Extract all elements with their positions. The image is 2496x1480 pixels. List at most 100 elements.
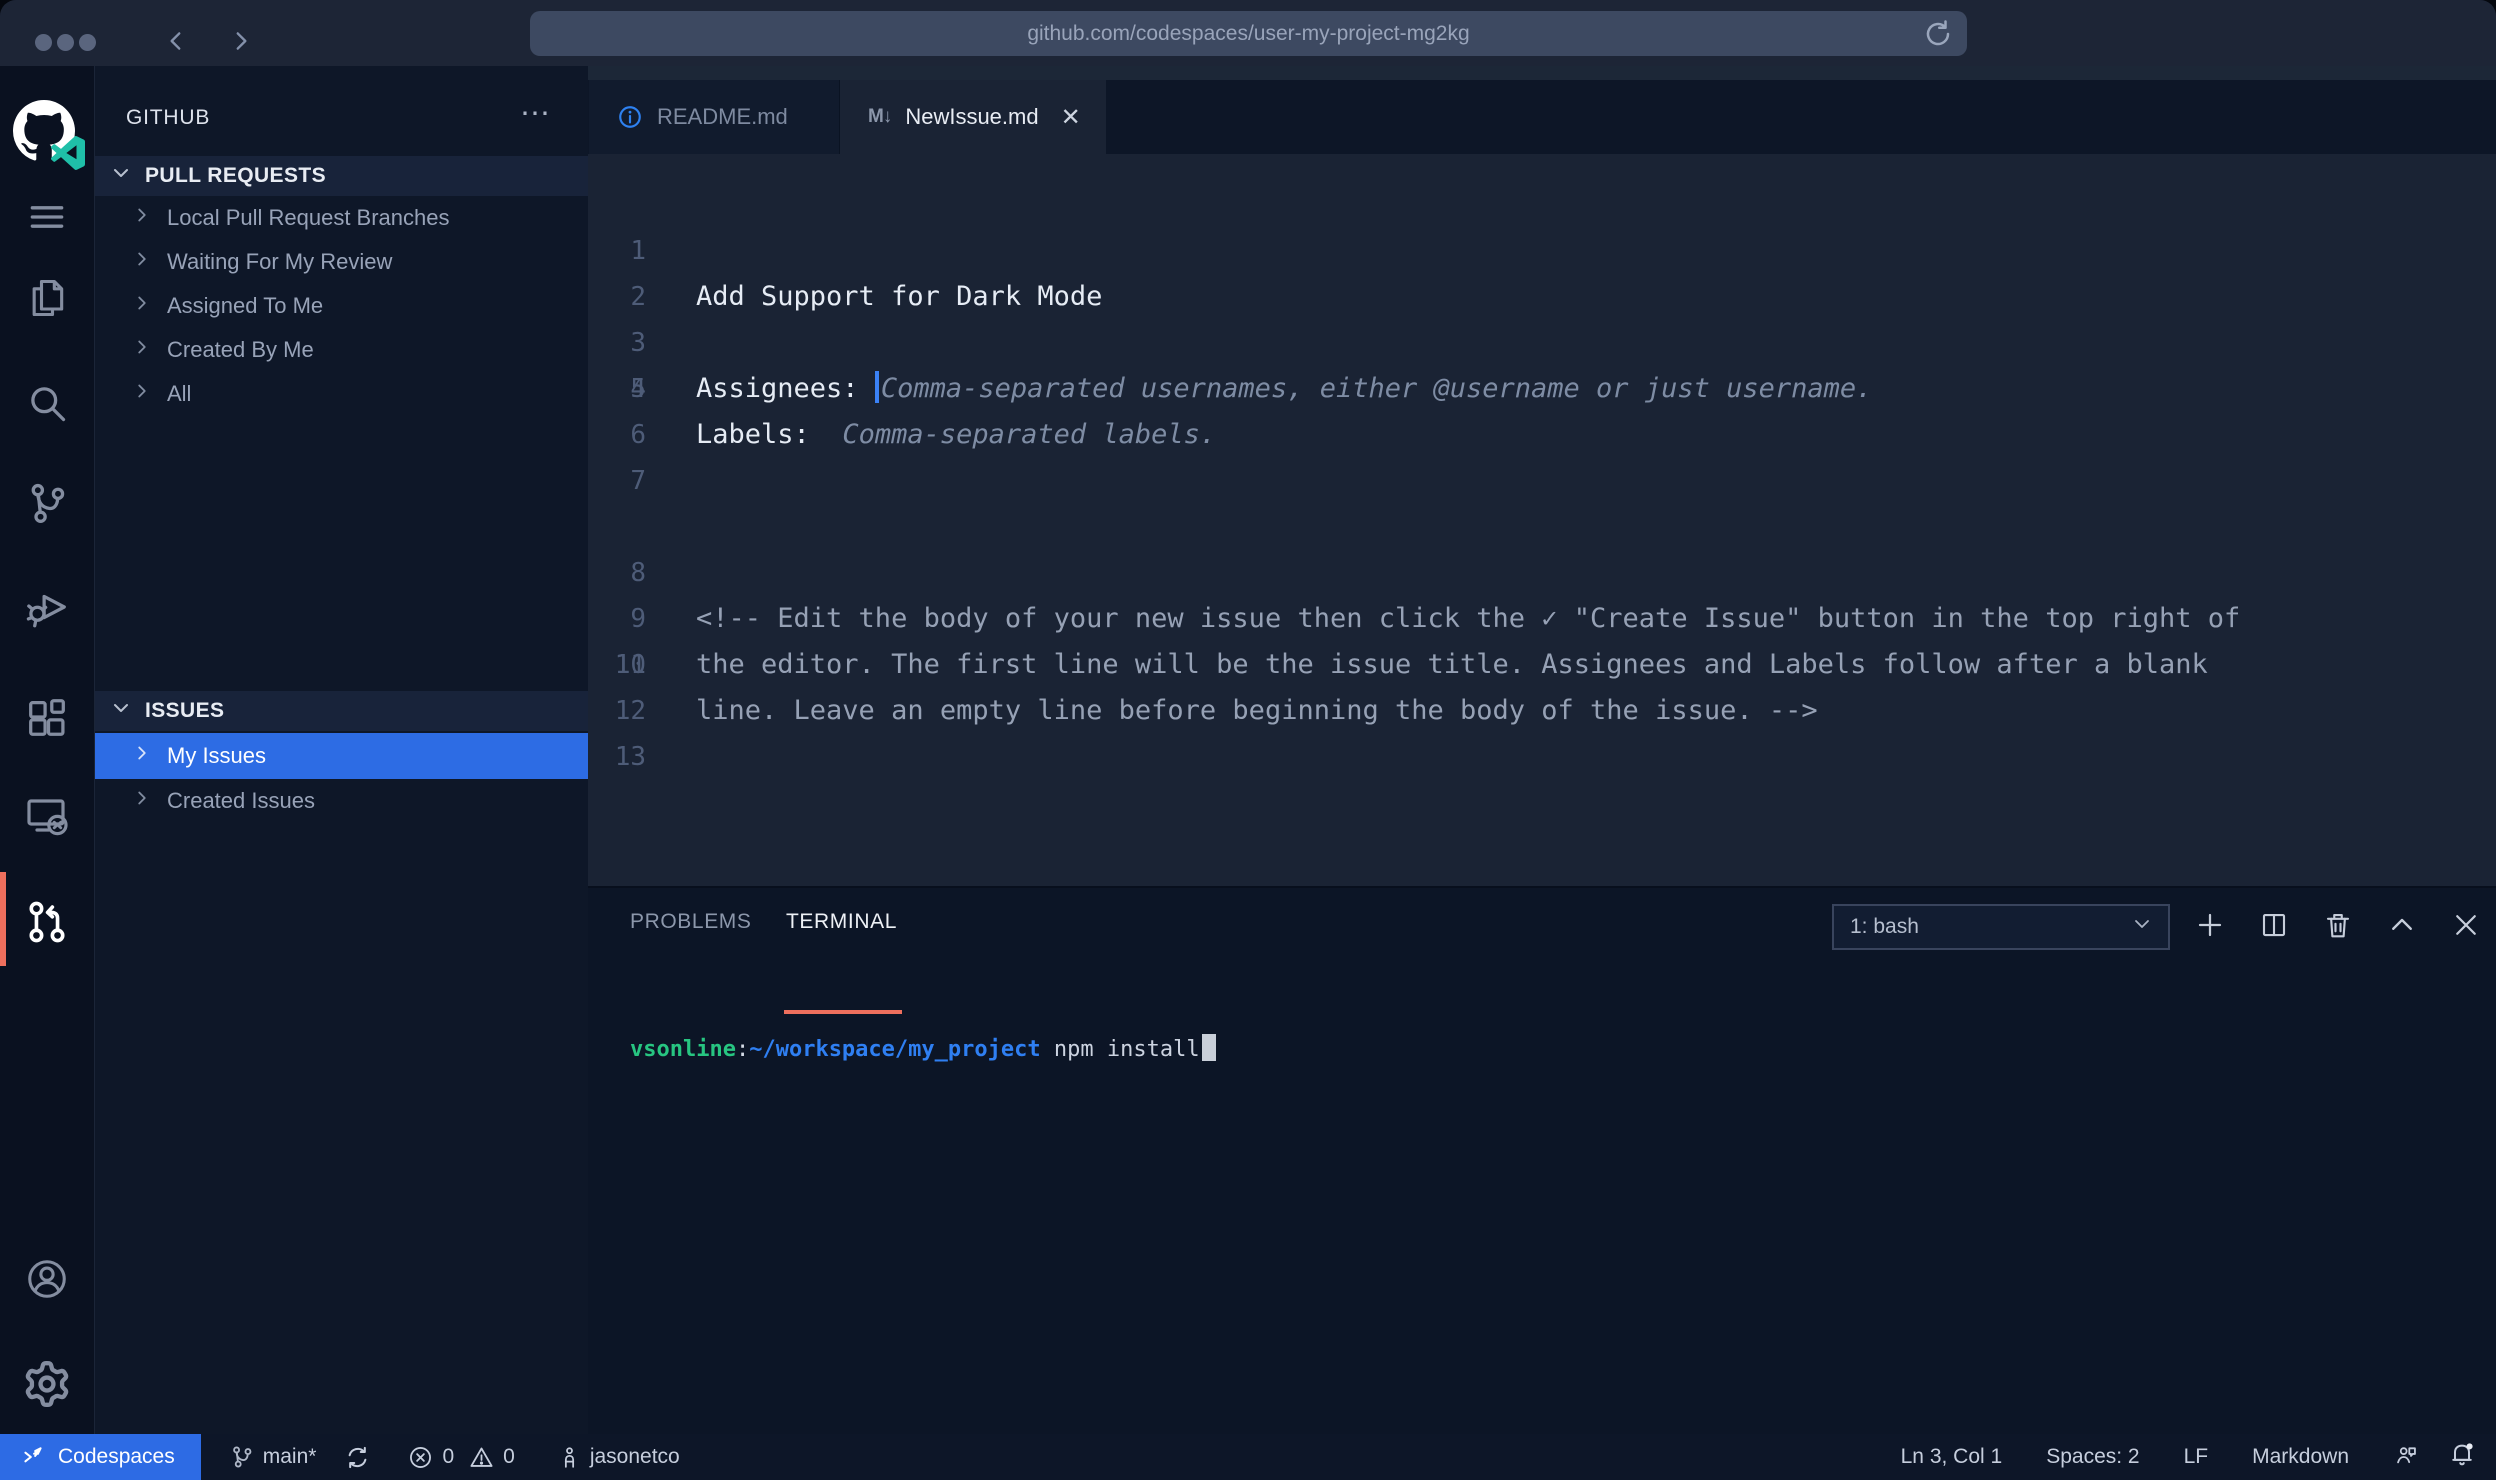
chevron-up-icon xyxy=(2387,910,2417,940)
sidebar-item-extensions[interactable] xyxy=(0,688,94,748)
sidebar-item-github-extension[interactable] xyxy=(0,96,94,172)
error-icon xyxy=(407,1444,434,1471)
eol-item[interactable]: LF xyxy=(2184,1445,2209,1469)
active-panel-tab-indicator xyxy=(784,1010,902,1014)
tab-bar: README.md M↓ NewIssue.md ✕ xyxy=(588,66,2496,154)
remote-explorer-icon xyxy=(23,793,71,841)
browser-toolbar: github.com/codespaces/user-my-project-mg… xyxy=(0,0,2496,66)
plus-icon xyxy=(2195,910,2225,940)
sidebar-item-debug[interactable] xyxy=(0,577,94,637)
user-label: jasonetco xyxy=(590,1445,680,1469)
person-icon xyxy=(557,1445,582,1470)
new-terminal-button[interactable] xyxy=(2187,902,2233,948)
account-icon xyxy=(24,1256,70,1302)
cursor-position-item[interactable]: Ln 3, Col 1 xyxy=(1901,1445,2003,1469)
sidebar-overflow-button[interactable]: ⋯ xyxy=(520,96,552,131)
maximize-panel-button[interactable] xyxy=(2379,902,2425,948)
menu-icon xyxy=(25,195,69,239)
user-status-item[interactable]: jasonetco xyxy=(557,1445,680,1470)
sidebar-item-settings[interactable] xyxy=(0,1354,94,1414)
warning-icon xyxy=(468,1444,495,1471)
github-vscode-logo-icon xyxy=(13,100,81,168)
browser-forward-button[interactable] xyxy=(228,28,254,59)
url-text: github.com/codespaces/user-my-project-mg… xyxy=(1027,22,1469,46)
back-icon xyxy=(163,28,189,54)
sidebar-item-remote-explorer[interactable] xyxy=(0,787,94,847)
close-panel-button[interactable] xyxy=(2443,902,2489,948)
bell-icon xyxy=(2448,1440,2476,1468)
line-number: 12 xyxy=(588,688,646,734)
eol-label: LF xyxy=(2184,1445,2209,1469)
line-number: 11 xyxy=(588,642,646,688)
pull-request-icon xyxy=(24,899,70,945)
window-minimize-button[interactable] xyxy=(57,34,74,51)
section-header-label: PULL REQUESTS xyxy=(145,164,326,188)
close-tab-button[interactable]: ✕ xyxy=(1061,103,1081,132)
tab-readme[interactable]: README.md xyxy=(589,80,840,154)
section-header-issues[interactable]: ISSUES xyxy=(95,691,588,731)
reload-button[interactable] xyxy=(1923,19,1953,54)
chevron-right-icon xyxy=(131,380,153,408)
warning-count: 0 xyxy=(503,1445,515,1469)
address-bar[interactable]: github.com/codespaces/user-my-project-mg… xyxy=(530,11,1967,56)
code-line: 10 line. Leave an empty line before begi… xyxy=(588,596,2496,642)
sidebar-item-search[interactable] xyxy=(0,373,94,433)
tree-item-waiting-for-my-review[interactable]: Waiting For My Review xyxy=(95,240,588,284)
tree-item-created-by-me[interactable]: Created By Me xyxy=(95,328,588,372)
remote-indicator[interactable]: Codespaces xyxy=(0,1434,201,1480)
branch-status-item[interactable]: main* xyxy=(229,1444,317,1470)
chevron-right-icon xyxy=(131,204,153,232)
chevron-right-icon xyxy=(131,787,153,815)
panel-tab-problems[interactable]: PROBLEMS xyxy=(630,910,752,934)
code-area: 1 Add Support for Dark Mode 2 3 Assignee… xyxy=(588,182,2496,780)
feedback-button[interactable] xyxy=(2393,1441,2420,1474)
debug-icon xyxy=(24,584,70,630)
panel-tab-terminal[interactable]: TERMINAL xyxy=(786,910,897,934)
window-close-button[interactable] xyxy=(35,34,52,51)
indentation-item[interactable]: Spaces: 2 xyxy=(2046,1445,2139,1469)
sidebar-item-explorer[interactable] xyxy=(0,268,94,328)
error-count: 0 xyxy=(442,1445,454,1469)
tab-label: README.md xyxy=(657,104,788,130)
line-number: 5 xyxy=(588,366,646,412)
terminal-prompt-line[interactable]: vsonline:~/workspace/my_project npm inst… xyxy=(630,1034,1216,1062)
problems-status-item[interactable]: 0 0 xyxy=(407,1444,528,1471)
section-header-pull-requests[interactable]: PULL REQUESTS xyxy=(95,156,588,196)
line-number: 13 xyxy=(588,734,646,780)
feedback-icon xyxy=(2393,1441,2420,1468)
code-line: 6 xyxy=(588,412,2496,458)
tabstrip-top-band xyxy=(588,66,2496,80)
sidebar-item-menu[interactable] xyxy=(0,187,94,247)
terminal-shell-select[interactable]: 1: bash xyxy=(1832,904,2170,950)
gear-icon xyxy=(24,1361,70,1407)
sidebar-item-source-control[interactable] xyxy=(0,473,94,533)
tree-item-assigned-to-me[interactable]: Assigned To Me xyxy=(95,284,588,328)
tree-item-my-issues[interactable]: My Issues xyxy=(95,733,588,779)
language-mode-item[interactable]: Markdown xyxy=(2252,1445,2349,1469)
terminal-separator: : xyxy=(736,1037,749,1062)
remote-icon xyxy=(20,1444,46,1470)
tree-item-label: Created Issues xyxy=(167,788,315,814)
sidebar-item-github-pull-requests[interactable] xyxy=(0,892,94,952)
editor-pane[interactable]: 1 Add Support for Dark Mode 2 3 Assignee… xyxy=(588,154,2496,886)
code-line: 3 Assignees: Comma-separated usernames, … xyxy=(588,274,2496,320)
editor-group: README.md M↓ NewIssue.md ✕ 1 Add Support… xyxy=(588,66,2496,1434)
status-bar-left: Codespaces main* 0 0 ja xyxy=(0,1434,680,1480)
tab-newissue[interactable]: M↓ NewIssue.md ✕ xyxy=(840,80,1106,154)
split-terminal-button[interactable] xyxy=(2251,902,2297,948)
reload-icon xyxy=(1923,19,1953,49)
sync-status-item[interactable] xyxy=(344,1444,379,1471)
tree-item-created-issues[interactable]: Created Issues xyxy=(95,779,588,823)
notifications-button[interactable] xyxy=(2448,1440,2476,1474)
tree-item-label: All xyxy=(167,381,191,407)
sidebar-item-account[interactable] xyxy=(0,1249,94,1309)
window-zoom-button[interactable] xyxy=(79,34,96,51)
browser-back-button[interactable] xyxy=(163,28,189,59)
kill-terminal-button[interactable] xyxy=(2315,902,2361,948)
code-line: 11 xyxy=(588,642,2496,688)
tree-item-all[interactable]: All xyxy=(95,372,588,416)
close-icon xyxy=(2451,910,2481,940)
sidebar-title: GITHUB xyxy=(126,106,210,130)
code-line: 1 Add Support for Dark Mode xyxy=(588,182,2496,228)
tree-item-local-pull-request-branches[interactable]: Local Pull Request Branches xyxy=(95,196,588,240)
